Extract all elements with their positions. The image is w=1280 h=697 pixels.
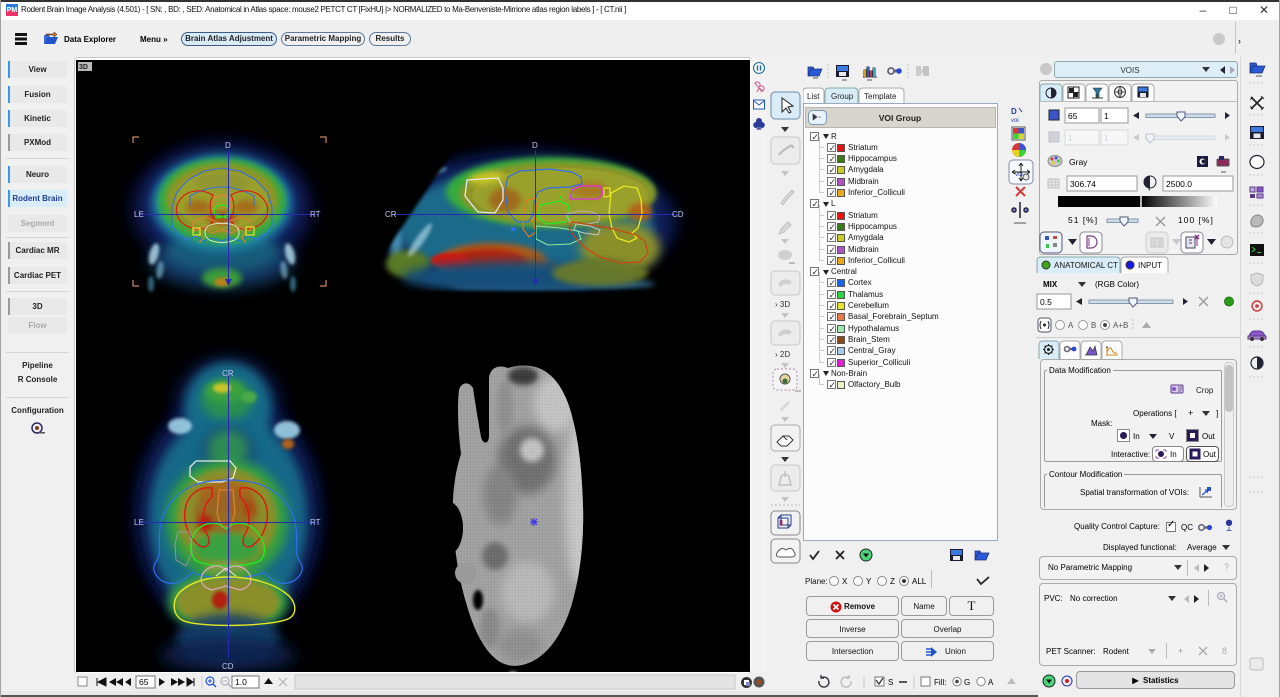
svg-text:1: 1 xyxy=(1068,133,1073,143)
svg-text:1: 1 xyxy=(1104,133,1109,143)
svg-text:LE: LE xyxy=(134,518,144,527)
svg-text:D: D xyxy=(532,141,538,150)
svg-text:V: V xyxy=(1169,432,1175,441)
svg-text:Out: Out xyxy=(1203,450,1217,459)
svg-text:CD: CD xyxy=(672,210,684,219)
svg-text:INPUT: INPUT xyxy=(1138,261,1162,270)
svg-text:RT: RT xyxy=(310,210,321,219)
svg-text:1.0: 1.0 xyxy=(235,677,247,687)
svg-text:0.5: 0.5 xyxy=(1040,297,1052,307)
svg-text:A+B: A+B xyxy=(1113,321,1128,330)
svg-text:D: D xyxy=(225,141,231,150)
svg-text:VOI Group: VOI Group xyxy=(879,113,922,123)
svg-text:306.74: 306.74 xyxy=(1070,179,1096,189)
svg-text:Template: Template xyxy=(864,92,897,101)
svg-text:Gray: Gray xyxy=(1069,157,1088,167)
svg-text:51 [%]: 51 [%] xyxy=(1068,215,1098,225)
svg-text:In: In xyxy=(1133,432,1140,441)
svg-text:Group: Group xyxy=(831,92,854,101)
svg-text:100 [%]: 100 [%] xyxy=(1178,215,1214,225)
svg-text:In: In xyxy=(1170,450,1177,459)
svg-text:CD: CD xyxy=(222,662,234,671)
svg-text:LE: LE xyxy=(134,210,144,219)
svg-text:› 2D: › 2D xyxy=(775,350,790,359)
svg-text:65: 65 xyxy=(1068,111,1078,121)
svg-text:Crop: Crop xyxy=(1196,386,1214,395)
svg-text:B: B xyxy=(1091,321,1096,330)
svg-text:Out: Out xyxy=(1202,432,1216,441)
svg-text:3D: 3D xyxy=(79,64,88,71)
svg-text:PM: PM xyxy=(7,7,18,14)
svg-text:S: S xyxy=(888,678,893,687)
svg-text:A: A xyxy=(988,678,994,687)
svg-text:voi: voi xyxy=(1011,118,1019,124)
svg-text:voi: voi xyxy=(1015,172,1023,178)
svg-text:CR: CR xyxy=(385,210,397,219)
svg-text:RT: RT xyxy=(310,518,321,527)
svg-text:2500.0: 2500.0 xyxy=(1166,179,1192,189)
svg-text:A: A xyxy=(1068,321,1074,330)
svg-text:65: 65 xyxy=(139,677,149,687)
svg-text:Fill:: Fill: xyxy=(934,678,946,687)
svg-text:ANATOMICAL CT: ANATOMICAL CT xyxy=(1054,261,1118,270)
svg-text:› 3D: › 3D xyxy=(775,300,790,309)
svg-text:G: G xyxy=(964,678,970,687)
svg-text:D: D xyxy=(1011,107,1017,116)
svg-text:List: List xyxy=(807,92,820,101)
svg-text:CR: CR xyxy=(222,369,234,378)
svg-text:1: 1 xyxy=(1104,111,1109,121)
